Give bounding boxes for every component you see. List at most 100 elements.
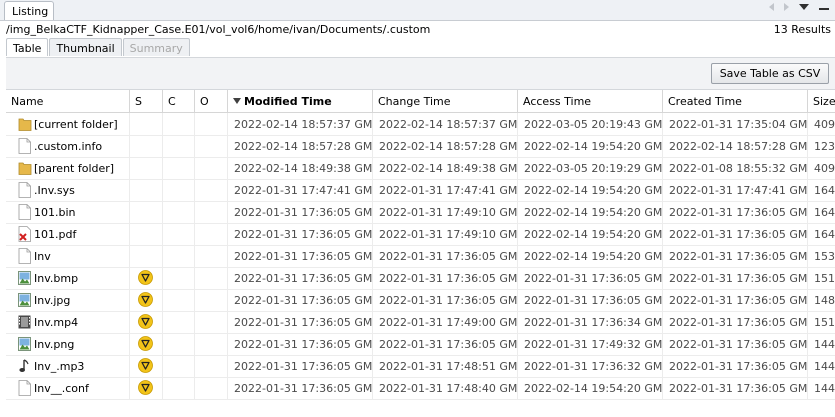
table-row[interactable]: Inv.mp4 2022-01-31 17:36:05 GMT 2022-01-31…	[6, 311, 835, 334]
comment-cell	[163, 135, 195, 157]
view-tabs: Table Thumbnail Summary	[6, 38, 191, 57]
file-name-cell: Inv_.mp3	[6, 355, 130, 377]
changed-cell: 2022-01-31 17:36:05 GMT	[373, 245, 518, 267]
table-row[interactable]: 101.bin 2022-01-31 17:36:05 GMT 2022-01-31…	[6, 201, 835, 224]
table-row[interactable]: Inv_.mp3 2022-01-31 17:36:05 GMT 2022-01-3…	[6, 355, 835, 378]
col-o-header[interactable]: O	[195, 90, 228, 112]
score-cell	[130, 267, 163, 289]
file-name: 101.bin	[34, 206, 76, 219]
created-cell: 2022-01-31 17:36:05 GMT	[663, 289, 808, 311]
changed-cell: 2022-01-31 17:36:05 GMT	[373, 289, 518, 311]
score-cell	[130, 377, 163, 399]
table-row[interactable]: Inv.bmp 2022-01-31 17:36:05 GMT 2022-01-31…	[6, 267, 835, 290]
accessed-cell: 2022-01-31 17:36:34 GMT	[518, 311, 663, 333]
results-table: Name S C O Modified Time Change Time Access Ti…	[6, 89, 835, 417]
file-name: Inv.mp4	[34, 316, 79, 329]
comment-cell	[163, 267, 195, 289]
file-name-cell: Inv.bmp	[6, 267, 130, 289]
accessed-cell: 2022-02-14 19:54:20 GMT	[518, 179, 663, 201]
size-cell: 144(	[808, 377, 835, 399]
comment-cell	[163, 355, 195, 377]
created-cell: 2022-01-31 17:36:05 GMT	[663, 311, 808, 333]
pdf-icon	[18, 226, 31, 242]
modified-cell: 2022-01-31 17:36:05 GMT	[228, 377, 373, 399]
occurrence-cell	[195, 113, 228, 135]
tab-table[interactable]: Table	[6, 38, 49, 56]
col-s-header[interactable]: S	[130, 90, 163, 112]
score-cell	[130, 179, 163, 201]
comment-cell	[163, 223, 195, 245]
accessed-cell: 2022-01-31 17:36:32 GMT	[518, 355, 663, 377]
table-row[interactable]: 101.pdf 2022-01-31 17:36:05 GMT 2022-01-31…	[6, 223, 835, 246]
chevron-down-icon[interactable]	[799, 4, 809, 10]
table-row[interactable]: Inv 2022-01-31 17:36:05 GMT 2022-01-31 17:…	[6, 245, 835, 268]
file-name: [parent folder]	[34, 162, 115, 175]
file-name: Inv.bmp	[34, 272, 79, 285]
results-count: 13 Results	[773, 23, 831, 36]
save-table-csv-button[interactable]: Save Table as CSV	[711, 63, 829, 84]
header-label: Name	[11, 95, 44, 108]
folder-icon	[18, 116, 32, 132]
table-row[interactable]: Inv.png 2022-01-31 17:36:05 GMT 2022-01-31…	[6, 333, 835, 356]
comment-cell	[163, 113, 195, 135]
modified-cell: 2022-01-31 17:36:05 GMT	[228, 223, 373, 245]
size-cell: 164	[808, 223, 835, 245]
table-row[interactable]: Inv__.conf 2022-01-31 17:36:05 GMT 2022-01…	[6, 377, 835, 400]
header-label: Size	[813, 95, 835, 108]
occurrence-cell	[195, 289, 228, 311]
file-name: .Inv.sys	[34, 184, 75, 197]
table-row[interactable]: [parent folder] 2022-02-14 18:49:38 GMT 20…	[6, 157, 835, 180]
current-path: /img_BelkaCTF_Kidnapper_Case.E01/vol_vol…	[6, 23, 431, 36]
occurrence-cell	[195, 311, 228, 333]
occurrence-cell	[195, 157, 228, 179]
forward-arrow-icon[interactable]	[784, 3, 789, 11]
accessed-cell: 2022-02-14 19:54:20 GMT	[518, 223, 663, 245]
file-name-cell: .custom.info	[6, 135, 130, 157]
file-icon	[18, 204, 31, 220]
table-row[interactable]: .Inv.sys 2022-01-31 17:47:41 GMT 2022-01-3…	[6, 179, 835, 202]
changed-cell: 2022-01-31 17:49:00 GMT	[373, 311, 518, 333]
created-cell: 2022-01-31 17:36:05 GMT	[663, 267, 808, 289]
back-arrow-icon[interactable]	[769, 3, 774, 11]
occurrence-cell	[195, 333, 228, 355]
col-created-time-header[interactable]: Created Time	[663, 90, 808, 112]
notable-score-icon	[138, 270, 153, 285]
table-row[interactable]: [current folder] 2022-02-14 18:57:37 GMT 2…	[6, 113, 835, 136]
comment-cell	[163, 245, 195, 267]
file-icon	[18, 248, 31, 264]
changed-cell: 2022-01-31 17:36:05 GMT	[373, 267, 518, 289]
col-access-time-header[interactable]: Access Time	[518, 90, 663, 112]
accessed-cell: 2022-02-14 19:54:20 GMT	[518, 135, 663, 157]
file-name-cell: Inv.png	[6, 333, 130, 355]
modified-cell: 2022-02-14 18:57:37 GMT	[228, 113, 373, 135]
occurrence-cell	[195, 267, 228, 289]
changed-cell: 2022-01-31 17:48:40 GMT	[373, 377, 518, 399]
created-cell: 2022-01-31 17:36:05 GMT	[663, 223, 808, 245]
accessed-cell: 2022-01-31 17:36:05 GMT	[518, 289, 663, 311]
col-name-header[interactable]: Name	[6, 90, 130, 112]
tab-thumbnail[interactable]: Thumbnail	[49, 38, 122, 56]
nav-controls	[769, 3, 829, 11]
notable-score-icon	[138, 292, 153, 307]
header-label: O	[200, 95, 209, 108]
tab-listing[interactable]: Listing	[4, 1, 54, 20]
modified-cell: 2022-01-31 17:36:05 GMT	[228, 267, 373, 289]
notable-score-icon	[138, 380, 153, 395]
table-row[interactable]: .custom.info 2022-02-14 18:57:28 GMT 2022-…	[6, 135, 835, 158]
tab-summary: Summary	[122, 38, 190, 56]
file-icon	[18, 380, 31, 396]
file-name-cell: Inv.mp4	[6, 311, 130, 333]
modified-cell: 2022-01-31 17:36:05 GMT	[228, 201, 373, 223]
table-row[interactable]: Inv.jpg 2022-01-31 17:36:05 GMT 2022-01-31…	[6, 289, 835, 312]
col-c-header[interactable]: C	[163, 90, 195, 112]
minimize-icon[interactable]	[819, 8, 829, 10]
changed-cell: 2022-02-14 18:57:37 GMT	[373, 113, 518, 135]
audio-icon	[18, 358, 31, 374]
changed-cell: 2022-02-14 18:57:28 GMT	[373, 135, 518, 157]
col-size-header[interactable]: Size	[808, 90, 835, 112]
col-modified-time-header[interactable]: Modified Time	[228, 90, 373, 112]
path-bar: /img_BelkaCTF_Kidnapper_Case.E01/vol_vol…	[0, 21, 835, 38]
col-change-time-header[interactable]: Change Time	[373, 90, 518, 112]
modified-cell: 2022-01-31 17:36:05 GMT	[228, 355, 373, 377]
image-icon	[18, 292, 31, 308]
